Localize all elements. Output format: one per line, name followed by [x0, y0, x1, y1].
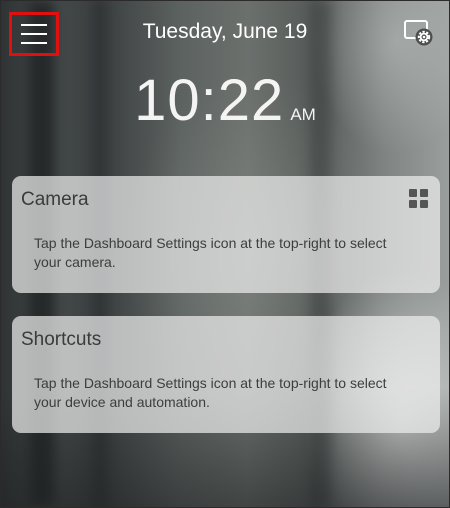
grid-layout-icon-cell	[409, 189, 417, 197]
grid-layout-icon-cell	[409, 200, 417, 208]
clock-ampm: AM	[290, 105, 316, 124]
date-label: Tuesday, June 19	[142, 20, 308, 43]
dashboard-settings-button[interactable]	[403, 18, 435, 48]
camera-card-description: Tap the Dashboard Settings icon at the t…	[34, 235, 387, 270]
shortcuts-card-description: Tap the Dashboard Settings icon at the t…	[34, 375, 387, 410]
camera-card-title: Camera	[21, 189, 89, 210]
dashboard-screen: Tuesday, June 19 10:22 AM Camera Tap the …	[0, 0, 450, 508]
clock-time: 10:22	[134, 68, 285, 133]
grid-layout-icon[interactable]	[409, 189, 429, 209]
shortcuts-card-title: Shortcuts	[21, 329, 102, 350]
top-bar: Tuesday, June 19	[1, 1, 449, 63]
clock: 10:22 AM	[1, 67, 449, 134]
camera-card[interactable]: Camera Tap the Dashboard Settings icon a…	[12, 176, 440, 293]
grid-layout-icon-cell	[420, 189, 428, 197]
dashboard-settings-icon	[404, 20, 433, 46]
grid-layout-icon-cell	[420, 200, 428, 208]
shortcuts-card[interactable]: Shortcuts Tap the Dashboard Settings ico…	[12, 316, 440, 433]
